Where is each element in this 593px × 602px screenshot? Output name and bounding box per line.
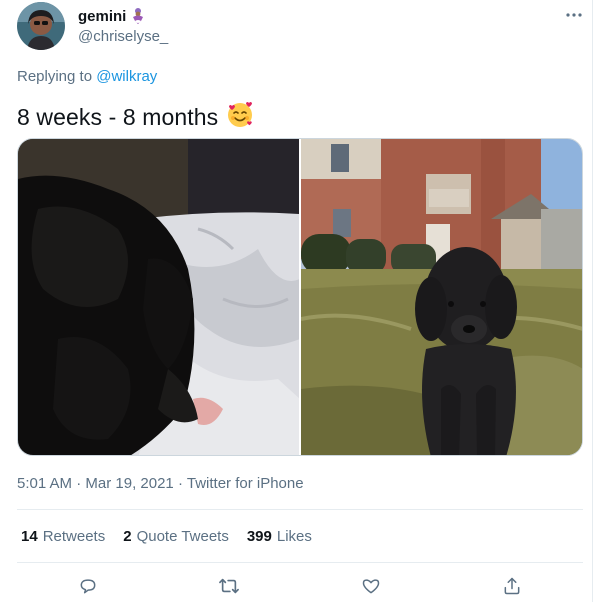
like-heart-icon[interactable] — [354, 569, 388, 602]
likes-label: Likes — [276, 528, 312, 545]
avatar[interactable] — [17, 2, 65, 50]
quote-tweets-stat[interactable]: 2 Quote Tweets — [123, 528, 229, 545]
divider — [17, 509, 583, 510]
divider — [17, 562, 583, 563]
photo-puppy-on-bed[interactable] — [18, 139, 299, 455]
more-options-icon[interactable] — [563, 4, 585, 26]
genie-emoji-icon — [130, 7, 146, 25]
retweets-label: Retweets — [42, 528, 106, 545]
tweet-stats: 14 Retweets 2 Quote Tweets 399 Likes — [21, 528, 312, 545]
quote-tweets-label: Quote Tweets — [136, 528, 229, 545]
likes-count: 399 — [246, 528, 272, 545]
handle[interactable]: @chriselyse_ — [78, 28, 168, 45]
smiling-face-with-hearts-icon — [226, 100, 254, 134]
retweet-icon[interactable] — [212, 569, 246, 602]
tweet-meta: 5:01 AM · Mar 19, 2021 · Twitter for iPh… — [17, 475, 304, 492]
photo-dog-on-grass[interactable] — [301, 139, 582, 455]
replying-to: Replying to @wilkray — [17, 68, 157, 85]
quote-tweets-count: 2 — [123, 528, 132, 545]
tweet-time[interactable]: 5:01 AM — [17, 475, 72, 492]
tweet-detail: gemini @chriselyse_ Replying to @wilkray… — [0, 0, 593, 602]
tweet-header: gemini @chriselyse_ — [17, 2, 587, 52]
tweet-body: 8 weeks - 8 months — [17, 103, 219, 130]
meta-separator: · — [76, 475, 82, 492]
reply-mention-link[interactable]: @wilkray — [96, 68, 157, 85]
replying-prefix: Replying to — [17, 68, 93, 85]
tweet-date[interactable]: Mar 19, 2021 — [85, 475, 173, 492]
retweets-stat[interactable]: 14 Retweets — [21, 528, 105, 545]
author-block: gemini @chriselyse_ — [78, 7, 168, 46]
retweets-count: 14 — [21, 528, 38, 545]
tweet-actions — [17, 570, 583, 602]
share-icon[interactable] — [495, 569, 529, 602]
meta-separator: · — [177, 475, 183, 492]
tweet-media — [17, 138, 583, 456]
likes-stat[interactable]: 399 Likes — [247, 528, 312, 545]
display-name[interactable]: gemini — [78, 8, 126, 25]
reply-icon[interactable] — [71, 569, 105, 602]
tweet-source[interactable]: Twitter for iPhone — [187, 475, 304, 492]
tweet-text: 8 weeks - 8 months — [17, 100, 254, 134]
